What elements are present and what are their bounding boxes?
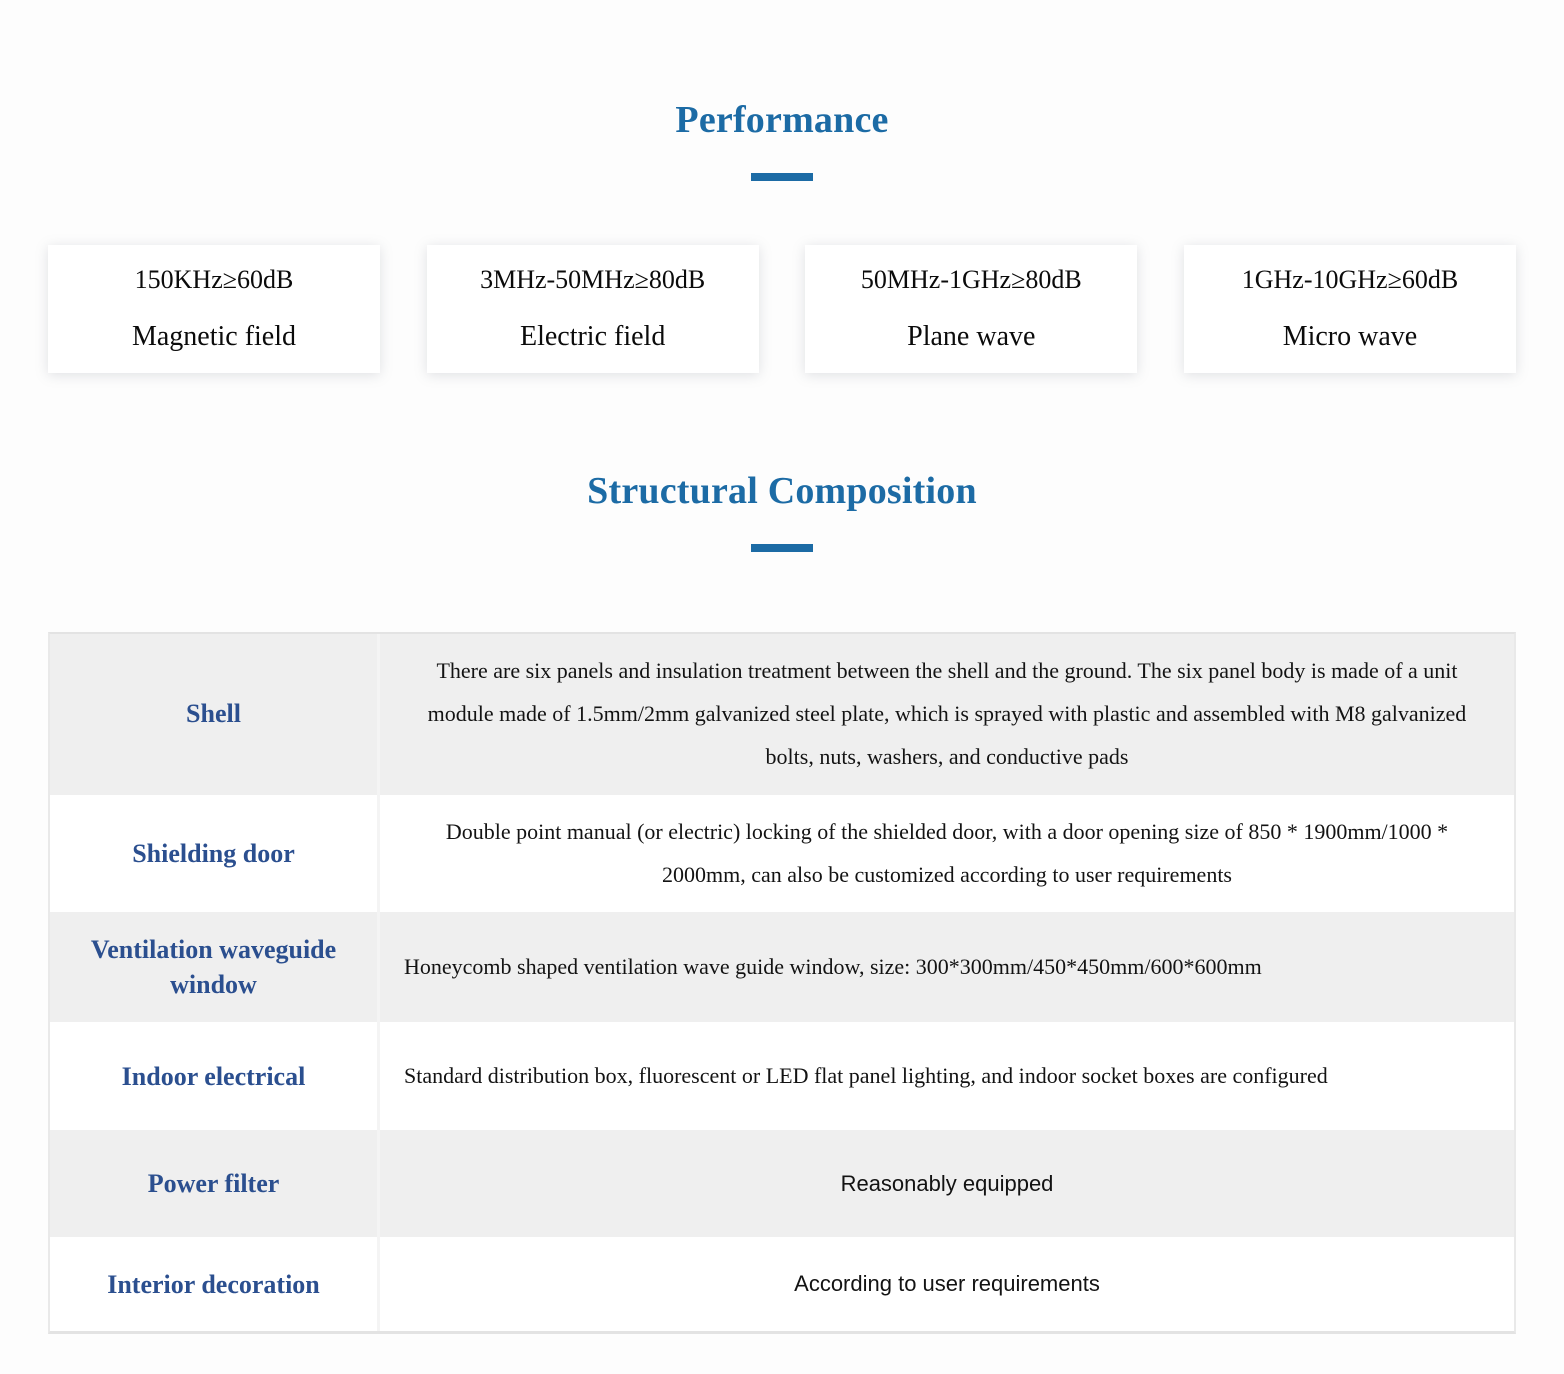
table-row-description: According to user requirements [794,1271,1100,1296]
table-row: Interior decoration According to user re… [50,1237,1514,1332]
table-row-description-cell: There are six panels and insulation trea… [380,634,1514,795]
table-row: Shielding door Double point manual (or e… [50,794,1514,913]
table-row: Shell There are six panels and insulatio… [50,634,1514,795]
performance-card-plane-wave: 50MHz-1GHz≥80dB Plane wave [805,245,1138,373]
structural-composition-section: Structural Composition [0,469,1564,552]
product-spec-page: Performance 150KHz≥60dB Magnetic field 3… [0,0,1564,1374]
performance-title: Performance [675,99,889,141]
table-row-label: Indoor electrical [121,1061,306,1091]
structural-composition-table: Shell There are six panels and insulatio… [48,632,1516,1335]
table-row-description-cell: Honeycomb shaped ventilation wave guide … [380,912,1514,1022]
table-row-description: Honeycomb shaped ventilation wave guide … [404,954,1262,979]
table-row-label: Shielding door [132,838,295,868]
performance-card-label: Magnetic field [131,321,297,352]
table-row-label: Shell [186,699,241,729]
table-row-label-cell: Shell [50,634,380,795]
table-row: Ventilation waveguide window Honeycomb s… [50,912,1514,1023]
performance-card-electric-field: 3MHz-50MHz≥80dB Electric field [426,245,759,373]
table-row-label: Interior decoration [107,1269,320,1299]
performance-card-label: Plane wave [907,321,1036,352]
table-row-description-cell: Double point manual (or electric) lockin… [380,795,1514,913]
performance-card-magnetic-field: 150KHz≥60dB Magnetic field [48,245,380,373]
performance-card-label: Electric field [519,321,666,352]
table-row-label: Power filter [147,1169,280,1199]
structural-composition-title: Structural Composition [587,470,977,512]
performance-card-list: 150KHz≥60dB Magnetic field 3MHz-50MHz≥80… [0,245,1564,373]
table-row-label-cell: Indoor electrical [50,1022,380,1131]
performance-card-spec: 1GHz-10GHz≥60dB [1241,265,1459,294]
table-row-label-cell: Shielding door [50,794,380,913]
top-spacer [0,0,1564,98]
performance-card-micro-wave: 1GHz-10GHz≥60dB Micro wave [1183,245,1516,373]
table-row: Power filter Reasonably equipped [50,1130,1514,1238]
performance-card-label: Micro wave [1282,321,1418,352]
table-row-label: Ventilation waveguide window [90,934,337,1000]
table-row-description: Double point manual (or electric) lockin… [445,818,1449,887]
table-row-label-cell: Interior decoration [50,1237,380,1332]
table-row-description: There are six panels and insulation trea… [427,658,1467,769]
performance-card-spec: 150KHz≥60dB [134,265,294,294]
table-row-description-cell: According to user requirements [380,1237,1514,1331]
table-row-description-cell: Standard distribution box, fluorescent o… [380,1022,1514,1130]
performance-card-spec: 3MHz-50MHz≥80dB [480,265,706,294]
table-row-description: Reasonably equipped [840,1170,1054,1196]
table-row-description: Standard distribution box, fluorescent o… [404,1063,1328,1088]
table-row-label-cell: Power filter [50,1130,380,1238]
performance-card-spec: 50MHz-1GHz≥80dB [860,265,1082,294]
structural-composition-title-underline [751,544,813,552]
table-spacer [0,552,1564,632]
cards-spacer [0,181,1564,245]
table-row: Indoor electrical Standard distribution … [50,1022,1514,1131]
performance-section: Performance [0,98,1564,181]
table-row-description-cell: Reasonably equipped [380,1130,1514,1237]
table-row-label-cell: Ventilation waveguide window [50,912,380,1023]
performance-title-underline [751,173,813,181]
